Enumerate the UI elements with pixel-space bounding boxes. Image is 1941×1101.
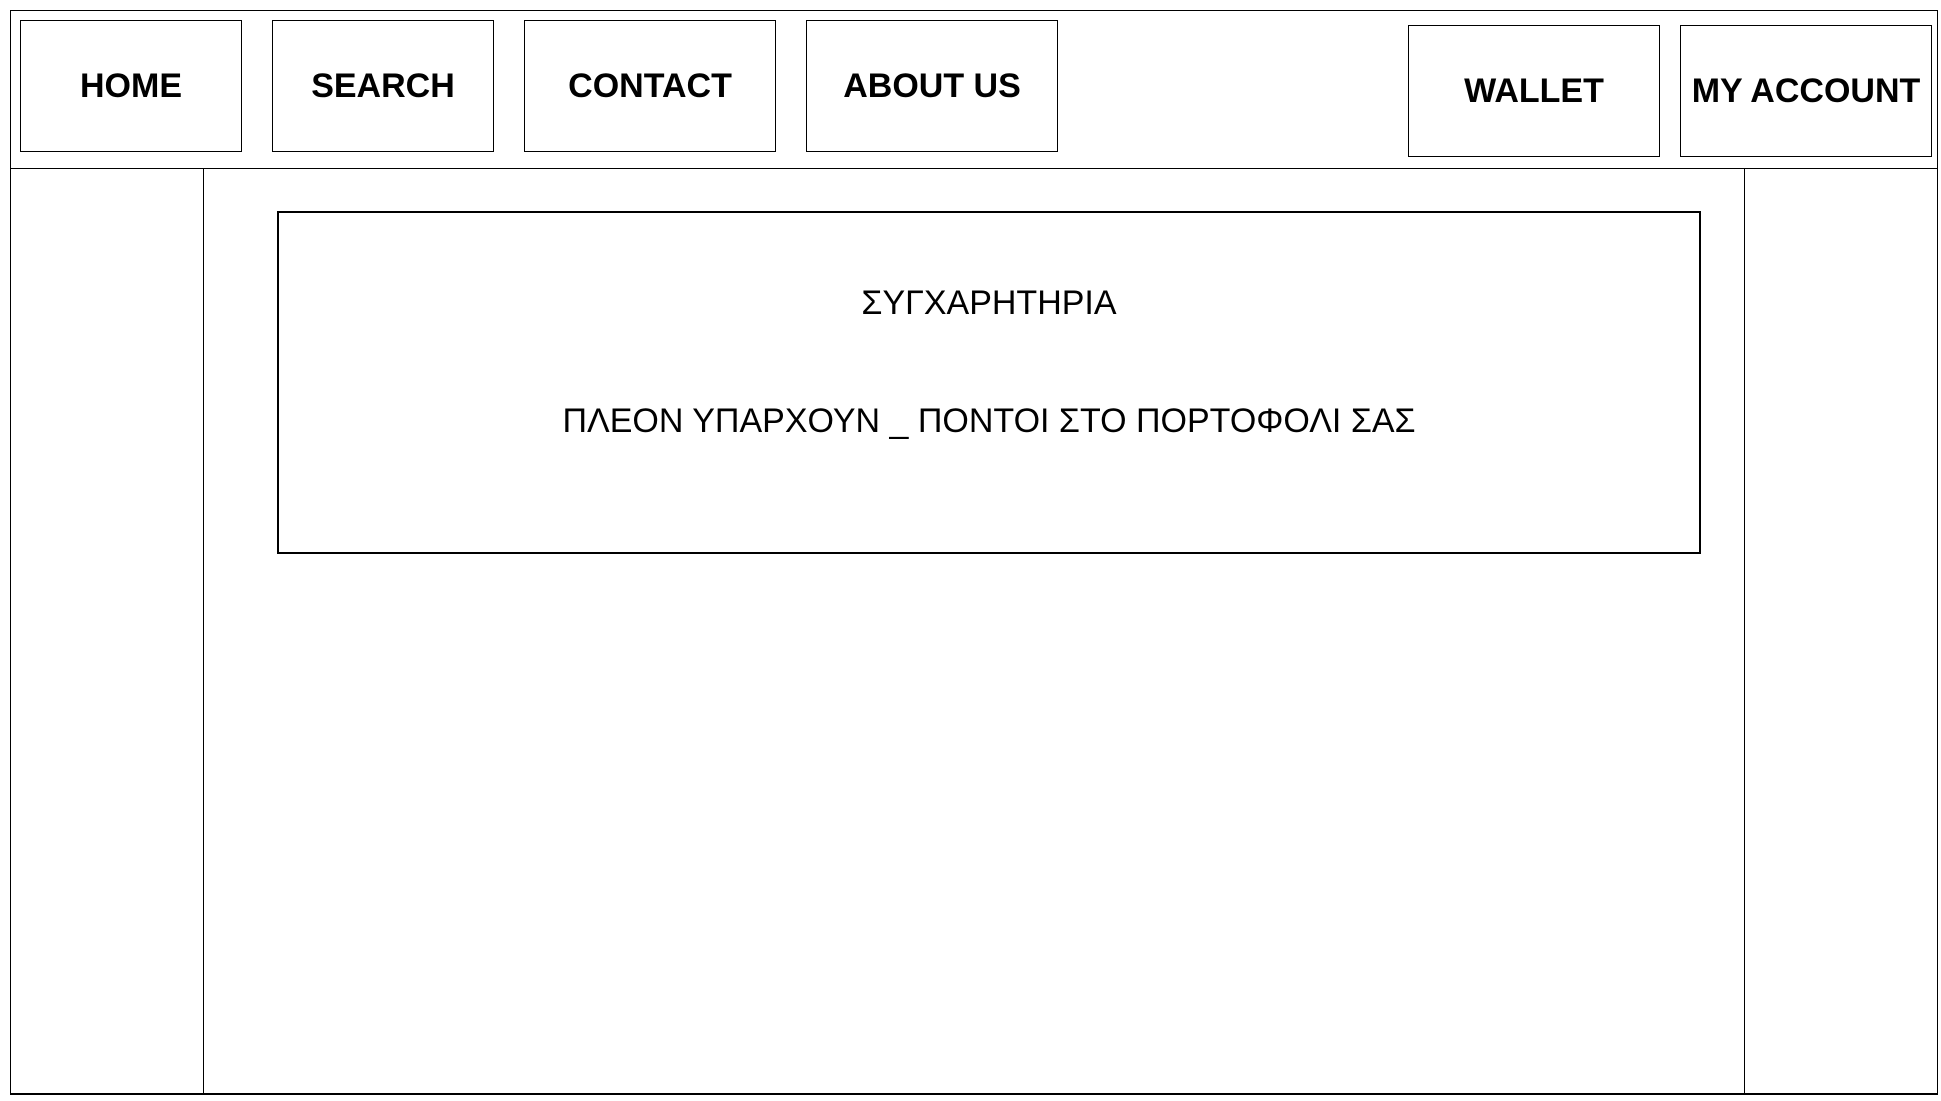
left-sidebar (11, 169, 204, 1094)
right-sidebar (1744, 169, 1937, 1094)
message-title: ΣΥΓΧΑΡΗΤΗΡΙΑ (861, 284, 1117, 322)
home-button[interactable]: HOME (20, 20, 242, 152)
top-nav-bar: HOME SEARCH CONTACT ABOUT US WALLET MY A… (11, 11, 1937, 169)
contact-button[interactable]: CONTACT (524, 20, 776, 152)
message-body: ΠΛΕΟΝ ΥΠΑΡΧΟΥΝ _ ΠΟΝΤΟΙ ΣΤΟ ΠΟΡΤΟΦΟΛΙ ΣΑ… (562, 402, 1416, 440)
search-button[interactable]: SEARCH (272, 20, 494, 152)
page-frame: HOME SEARCH CONTACT ABOUT US WALLET MY A… (10, 10, 1938, 1095)
about-us-button[interactable]: ABOUT US (806, 20, 1058, 152)
my-account-button[interactable]: MY ACCOUNT (1680, 25, 1932, 157)
congratulations-message-box: ΣΥΓΧΑΡΗΤΗΡΙΑ ΠΛΕΟΝ ΥΠΑΡΧΟΥΝ _ ΠΟΝΤΟΙ ΣΤΟ… (277, 211, 1701, 554)
wallet-button[interactable]: WALLET (1408, 25, 1660, 157)
